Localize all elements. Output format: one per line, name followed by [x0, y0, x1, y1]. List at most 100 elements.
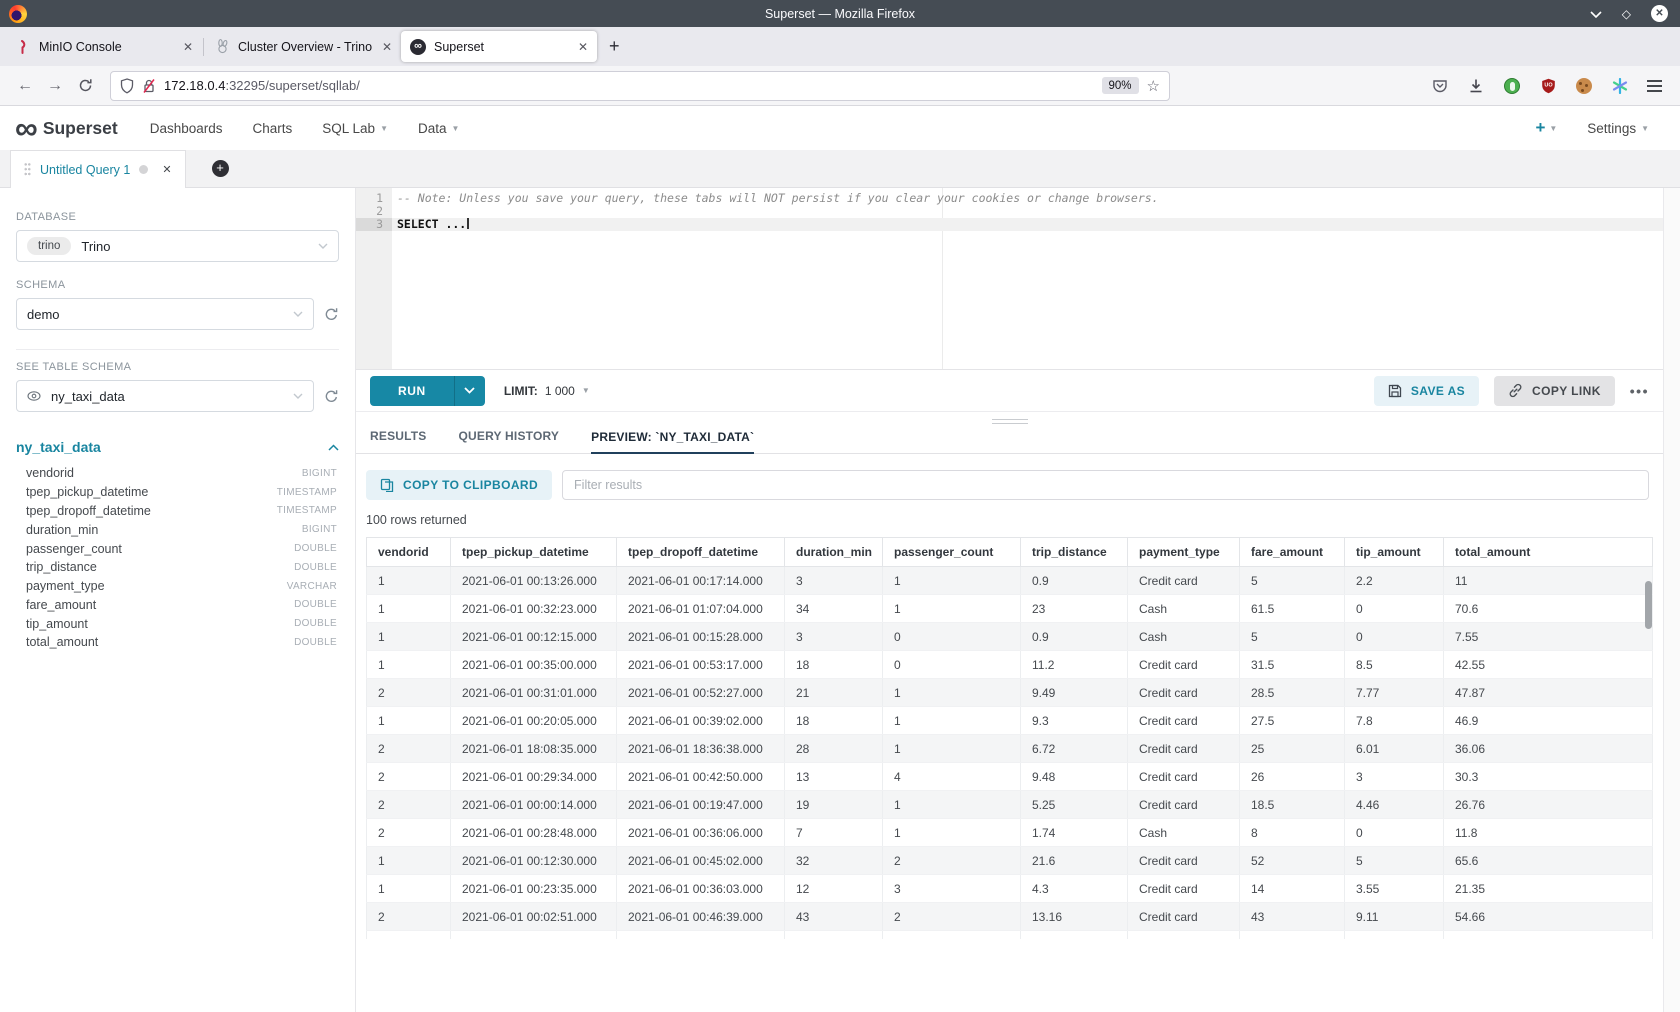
brand-name[interactable]: Superset [43, 118, 118, 139]
run-dropdown-caret[interactable] [454, 376, 485, 406]
page-scrollbar-gutter[interactable] [1663, 188, 1680, 1012]
results-row[interactable]: 12021-06-01 00:32:23.0002021-06-01 01:07… [367, 595, 1653, 623]
lock-insecure-icon[interactable] [142, 78, 156, 94]
drag-handle-icon[interactable] [24, 162, 31, 177]
refresh-table-icon[interactable] [324, 389, 339, 404]
results-row[interactable]: 12021-06-01 00:20:05.0002021-06-01 00:39… [367, 707, 1653, 735]
sql-editor[interactable]: 1-- Note: Unless you save your query, th… [356, 188, 1663, 370]
pane-resize-handle[interactable] [988, 419, 1032, 424]
add-query-tab-button[interactable]: + [212, 160, 229, 177]
schema-column-row[interactable]: payment_typeVARCHAR [16, 577, 339, 596]
download-icon[interactable] [1467, 77, 1485, 95]
chevron-down-icon: ▼ [1641, 124, 1649, 133]
results-column-header[interactable]: tip_amount [1345, 538, 1444, 567]
results-cell: 1 [367, 567, 451, 595]
results-column-header[interactable]: total_amount [1444, 538, 1653, 567]
url-text[interactable]: 172.18.0.4:32295/superset/sqllab/ [164, 78, 360, 93]
window-close-button[interactable]: ✕ [1651, 5, 1668, 22]
results-column-header[interactable]: tpep_pickup_datetime [451, 538, 617, 567]
database-select[interactable]: trino Trino [16, 230, 339, 262]
shield-icon[interactable] [120, 78, 134, 94]
editor-line[interactable]: -- Note: Unless you save your query, the… [392, 192, 1663, 205]
schema-select[interactable]: demo [16, 298, 314, 330]
table-scrollbar-thumb[interactable] [1645, 581, 1652, 629]
editor-line[interactable]: SELECT ... [392, 218, 1663, 231]
table-select[interactable]: ny_taxi_data [16, 380, 314, 412]
nav-sql-lab[interactable]: SQL Lab▼ [322, 121, 388, 136]
schema-column-row[interactable]: trip_distanceDOUBLE [16, 558, 339, 577]
forward-button[interactable]: → [40, 77, 70, 95]
ublock-icon[interactable]: UO [1539, 77, 1557, 95]
window-minimize-button[interactable] [1590, 10, 1602, 18]
results-column-header[interactable]: fare_amount [1240, 538, 1345, 567]
settings-menu[interactable]: Settings▼ [1587, 121, 1649, 136]
copy-to-clipboard-button[interactable]: COPY TO CLIPBOARD [366, 470, 552, 500]
nav-charts[interactable]: Charts [253, 121, 293, 136]
schema-column-row[interactable]: vendoridBIGINT [16, 464, 339, 483]
run-query-button[interactable]: RUN [370, 376, 485, 406]
results-row[interactable]: 22021-06-01 00:02:51.0002021-06-01 00:46… [367, 903, 1653, 931]
results-row[interactable]: 22021-06-01 00:29:34.0002021-06-01 00:42… [367, 763, 1653, 791]
back-button[interactable]: ← [10, 77, 40, 95]
results-column-header[interactable]: passenger_count [883, 538, 1021, 567]
refresh-schema-icon[interactable] [324, 307, 339, 322]
tab-close-icon[interactable]: ✕ [183, 40, 193, 54]
results-row[interactable]: 12021-06-01 00:23:35.0002021-06-01 00:36… [367, 875, 1653, 903]
results-column-header[interactable]: vendorid [367, 538, 451, 567]
results-column-header[interactable]: trip_distance [1021, 538, 1128, 567]
url-bar[interactable]: 172.18.0.4:32295/superset/sqllab/ 90% ☆ [110, 71, 1170, 101]
results-row[interactable]: 12021-06-01 00:12:15.0002021-06-01 00:15… [367, 623, 1653, 651]
tab-close-icon[interactable]: ✕ [382, 40, 392, 54]
tab-preview[interactable]: PREVIEW: `NY_TAXI_DATA` [591, 430, 754, 454]
query-tab-close-icon[interactable]: ✕ [162, 163, 171, 176]
privacy-badger-icon[interactable] [1503, 77, 1521, 95]
tab-query-history[interactable]: QUERY HISTORY [459, 429, 560, 453]
save-as-button[interactable]: SAVE AS [1374, 376, 1479, 406]
copy-link-button[interactable]: COPY LINK [1494, 376, 1615, 406]
results-row[interactable]: 22021-06-01 00:00:14.0002021-06-01 00:19… [367, 791, 1653, 819]
tab-close-icon[interactable]: ✕ [578, 40, 588, 54]
results-row[interactable]: 22021-06-01 00:56:04.0002021-06-01 01:00… [367, 931, 1653, 940]
schema-column-row[interactable]: fare_amountDOUBLE [16, 595, 339, 614]
schema-column-row[interactable]: tpep_pickup_datetimeTIMESTAMP [16, 483, 339, 502]
table-schema-title[interactable]: ny_taxi_data [16, 439, 101, 455]
browser-tab-minio[interactable]: MinIO Console ✕ [6, 31, 202, 62]
new-tab-button[interactable]: + [609, 36, 620, 57]
extension-asterisk-icon[interactable] [1611, 77, 1629, 95]
schema-column-row[interactable]: duration_minBIGINT [16, 520, 339, 539]
browser-tab-trino[interactable]: Cluster Overview - Trino ✕ [205, 31, 401, 62]
results-row[interactable]: 12021-06-01 00:13:26.0002021-06-01 00:17… [367, 567, 1653, 595]
bookmark-star-icon[interactable]: ☆ [1147, 77, 1160, 95]
results-row[interactable]: 12021-06-01 00:12:30.0002021-06-01 00:45… [367, 847, 1653, 875]
schema-column-row[interactable]: total_amountDOUBLE [16, 633, 339, 652]
query-tab[interactable]: Untitled Query 1 ✕ [10, 150, 186, 188]
results-row[interactable]: 22021-06-01 18:08:35.0002021-06-01 18:36… [367, 735, 1653, 763]
tab-results[interactable]: RESULTS [370, 429, 427, 453]
nav-dashboards[interactable]: Dashboards [150, 121, 223, 136]
results-row[interactable]: 22021-06-01 00:31:01.0002021-06-01 00:52… [367, 679, 1653, 707]
zoom-level-badge[interactable]: 90% [1102, 77, 1139, 94]
results-column-header[interactable]: duration_min [785, 538, 883, 567]
menu-icon[interactable] [1647, 80, 1662, 92]
window-maximize-button[interactable]: ◇ [1622, 8, 1631, 20]
cookie-icon[interactable] [1575, 77, 1593, 95]
results-column-header[interactable]: tpep_dropoff_datetime [617, 538, 785, 567]
browser-tab-superset[interactable]: ∞ Superset ✕ [401, 31, 597, 62]
schema-column-row[interactable]: passenger_countDOUBLE [16, 539, 339, 558]
pocket-icon[interactable] [1431, 77, 1449, 95]
schema-column-row[interactable]: tpep_dropoff_datetimeTIMESTAMP [16, 502, 339, 521]
results-row[interactable]: 22021-06-01 00:28:48.0002021-06-01 00:36… [367, 819, 1653, 847]
add-new-button[interactable]: +▼ [1535, 118, 1557, 138]
results-row[interactable]: 12021-06-01 00:35:00.0002021-06-01 00:53… [367, 651, 1653, 679]
nav-data[interactable]: Data▼ [418, 121, 459, 136]
editor-line[interactable] [392, 205, 1663, 218]
schema-column-row[interactable]: tip_amountDOUBLE [16, 614, 339, 633]
query-tab-label[interactable]: Untitled Query 1 [40, 163, 130, 177]
filter-results-input[interactable] [562, 470, 1649, 500]
more-options-button[interactable]: ••• [1630, 383, 1649, 399]
results-column-header[interactable]: payment_type [1128, 538, 1240, 567]
reload-button[interactable] [70, 78, 100, 93]
chevron-up-icon[interactable] [328, 444, 339, 451]
limit-dropdown[interactable]: LIMIT: 1 000 ▼ [504, 384, 590, 398]
run-label[interactable]: RUN [370, 376, 454, 406]
